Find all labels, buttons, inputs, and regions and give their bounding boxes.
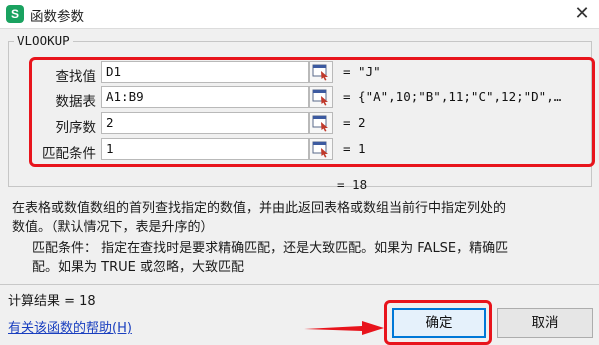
param-description-line: 配。如果为 TRUE 或忽略，大致匹配: [32, 260, 244, 275]
ok-button[interactable]: 确定: [392, 308, 486, 338]
range-select-button[interactable]: [309, 86, 333, 108]
range-select-icon: [312, 89, 328, 106]
param-label: 查找值: [55, 69, 97, 85]
param-result: = 1: [343, 141, 366, 156]
param-row-col-index: 列序数 2 = 2: [0, 112, 599, 136]
range-select-icon: [312, 115, 328, 132]
param-row-table-array: 数据表 A1:B9 = {"A",10;"B",11;"C",12;"D",…: [0, 86, 599, 110]
close-button[interactable]: ✕: [571, 3, 593, 25]
param-result: = {"A",10;"B",11;"C",12;"D",…: [343, 89, 562, 104]
red-arrow-icon: [304, 321, 384, 335]
param-description: 匹配条件： 指定在查找时是要求精确匹配，还是大致匹配。如果为 FALSE，精确匹…: [32, 239, 592, 277]
param-row-lookup-value: 查找值 D1 = "J": [0, 61, 599, 85]
dialog-body: VLOOKUP 查找值 D1 = "J" 数据表 A1:B9 = {"A",10…: [0, 28, 599, 345]
param-label: 数据表: [55, 94, 97, 110]
function-description: 在表格或数值数组的首列查找指定的数值，并由此返回表格或数组当前行中指定列处的 数…: [12, 199, 592, 237]
param-result: = "J": [343, 64, 381, 79]
param-description-line: 匹配条件： 指定在查找时是要求精确匹配，还是大致匹配。如果为 FALSE，精确匹: [32, 241, 509, 256]
table-array-input[interactable]: A1:B9: [101, 86, 309, 108]
param-label: 匹配条件: [42, 146, 96, 162]
range-select-button[interactable]: [309, 138, 333, 160]
param-result: = 2: [343, 115, 366, 130]
description-line: 在表格或数值数组的首列查找指定的数值，并由此返回表格或数组当前行中指定列处的: [12, 201, 507, 216]
range-select-icon: [312, 64, 328, 81]
description-line: 数值。（默认情况下，表是升序的）: [12, 220, 214, 235]
cancel-button[interactable]: 取消: [497, 308, 593, 338]
param-row-range-lookup: 匹配条件 1 = 1: [0, 138, 599, 162]
window-title: 函数参数: [30, 9, 84, 25]
range-select-button[interactable]: [309, 61, 333, 83]
range-select-button[interactable]: [309, 112, 333, 134]
title-bar: S 函数参数 ✕: [0, 0, 599, 28]
app-logo-icon: S: [6, 5, 24, 23]
calc-result: 计算结果 = 18: [8, 294, 96, 309]
param-label: 列序数: [55, 120, 97, 136]
range-select-icon: [312, 141, 328, 158]
help-link[interactable]: 有关该函数的帮助(H): [8, 317, 132, 336]
function-name: VLOOKUP: [14, 33, 73, 48]
col-index-input[interactable]: 2: [101, 112, 309, 134]
range-lookup-input[interactable]: 1: [101, 138, 309, 160]
lookup-value-input[interactable]: D1: [101, 61, 309, 83]
divider: [0, 284, 599, 285]
function-result: = 18: [337, 177, 368, 192]
